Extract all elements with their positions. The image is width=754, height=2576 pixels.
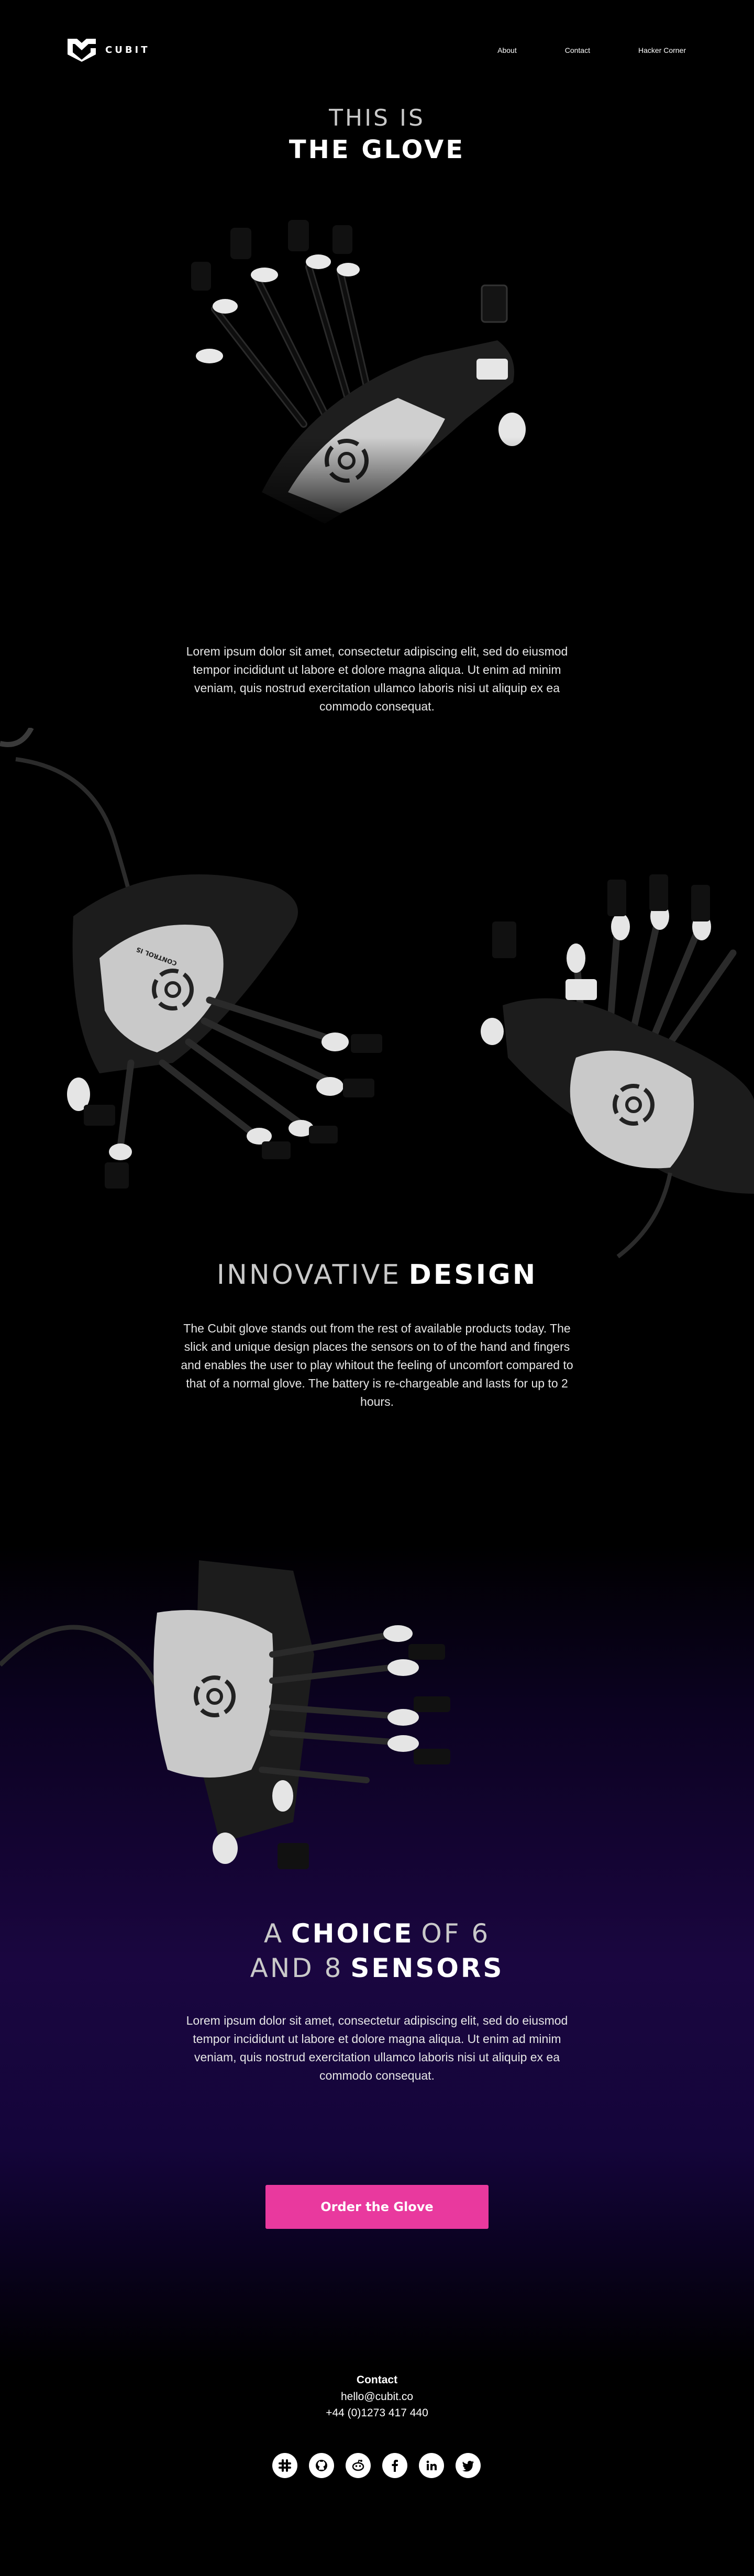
hero-paragraph: Lorem ipsum dolor sit amet, consectetur … bbox=[186, 645, 568, 713]
glove-image-right bbox=[481, 874, 754, 1259]
nav-contact[interactable]: Contact bbox=[565, 46, 590, 54]
cubit-logo-icon bbox=[68, 39, 96, 62]
design-title-light: INNOVATIVE bbox=[216, 1259, 402, 1291]
linkedin-icon[interactable] bbox=[419, 2453, 444, 2478]
design-title: INNOVATIVE DESIGN bbox=[0, 1259, 754, 1291]
twitter-icon[interactable] bbox=[456, 2453, 481, 2478]
sensors-title-bold-1: CHOICE bbox=[291, 1918, 414, 1949]
reddit-icon[interactable] bbox=[346, 2453, 371, 2478]
hero-title: THIS IS THE GLOVE bbox=[0, 104, 754, 166]
glove-image-sensors bbox=[0, 1560, 450, 1869]
glove-image-left: CONTROL IS bbox=[0, 728, 382, 1189]
glove-image-hero bbox=[152, 199, 560, 539]
social-links bbox=[272, 2453, 481, 2478]
contact-block: Contact hello@cubit.co +44 (0)1273 417 4… bbox=[0, 2372, 754, 2421]
github-icon[interactable] bbox=[309, 2453, 334, 2478]
nav-about[interactable]: About bbox=[497, 46, 517, 54]
contact-phone[interactable]: +44 (0)1273 417 440 bbox=[0, 2405, 754, 2421]
brand-logo[interactable]: CUBIT bbox=[65, 37, 150, 63]
hero-title-bold: THE GLOVE bbox=[289, 135, 465, 164]
contact-title: Contact bbox=[356, 2374, 398, 2386]
main-nav: About Contact Hacker Corner bbox=[497, 46, 686, 54]
sensors-paragraph: Lorem ipsum dolor sit amet, consectetur … bbox=[186, 2014, 568, 2082]
brand-name: CUBIT bbox=[105, 44, 150, 55]
facebook-icon[interactable] bbox=[382, 2453, 407, 2478]
nav-hacker-corner[interactable]: Hacker Corner bbox=[638, 46, 686, 54]
site-header: CUBIT About Contact Hacker Corner bbox=[0, 0, 754, 105]
sensors-title-light-1: A bbox=[263, 1918, 284, 1949]
sensors-title-bold-2: SENSORS bbox=[350, 1953, 504, 1983]
design-paragraph: The Cubit glove stands out from the rest… bbox=[181, 1322, 573, 1408]
slack-icon[interactable] bbox=[272, 2453, 297, 2478]
order-glove-button[interactable]: Order the Glove bbox=[265, 2185, 489, 2229]
sensors-title: A CHOICE OF 6 AND 8 SENSORS bbox=[0, 1916, 754, 1985]
design-title-bold: DESIGN bbox=[408, 1259, 538, 1291]
sensors-title-light-2: OF 6 bbox=[421, 1918, 491, 1949]
contact-email[interactable]: hello@cubit.co bbox=[0, 2389, 754, 2405]
sensors-title-light-3: AND 8 bbox=[250, 1953, 343, 1983]
hero-title-light: THIS IS bbox=[329, 105, 425, 131]
